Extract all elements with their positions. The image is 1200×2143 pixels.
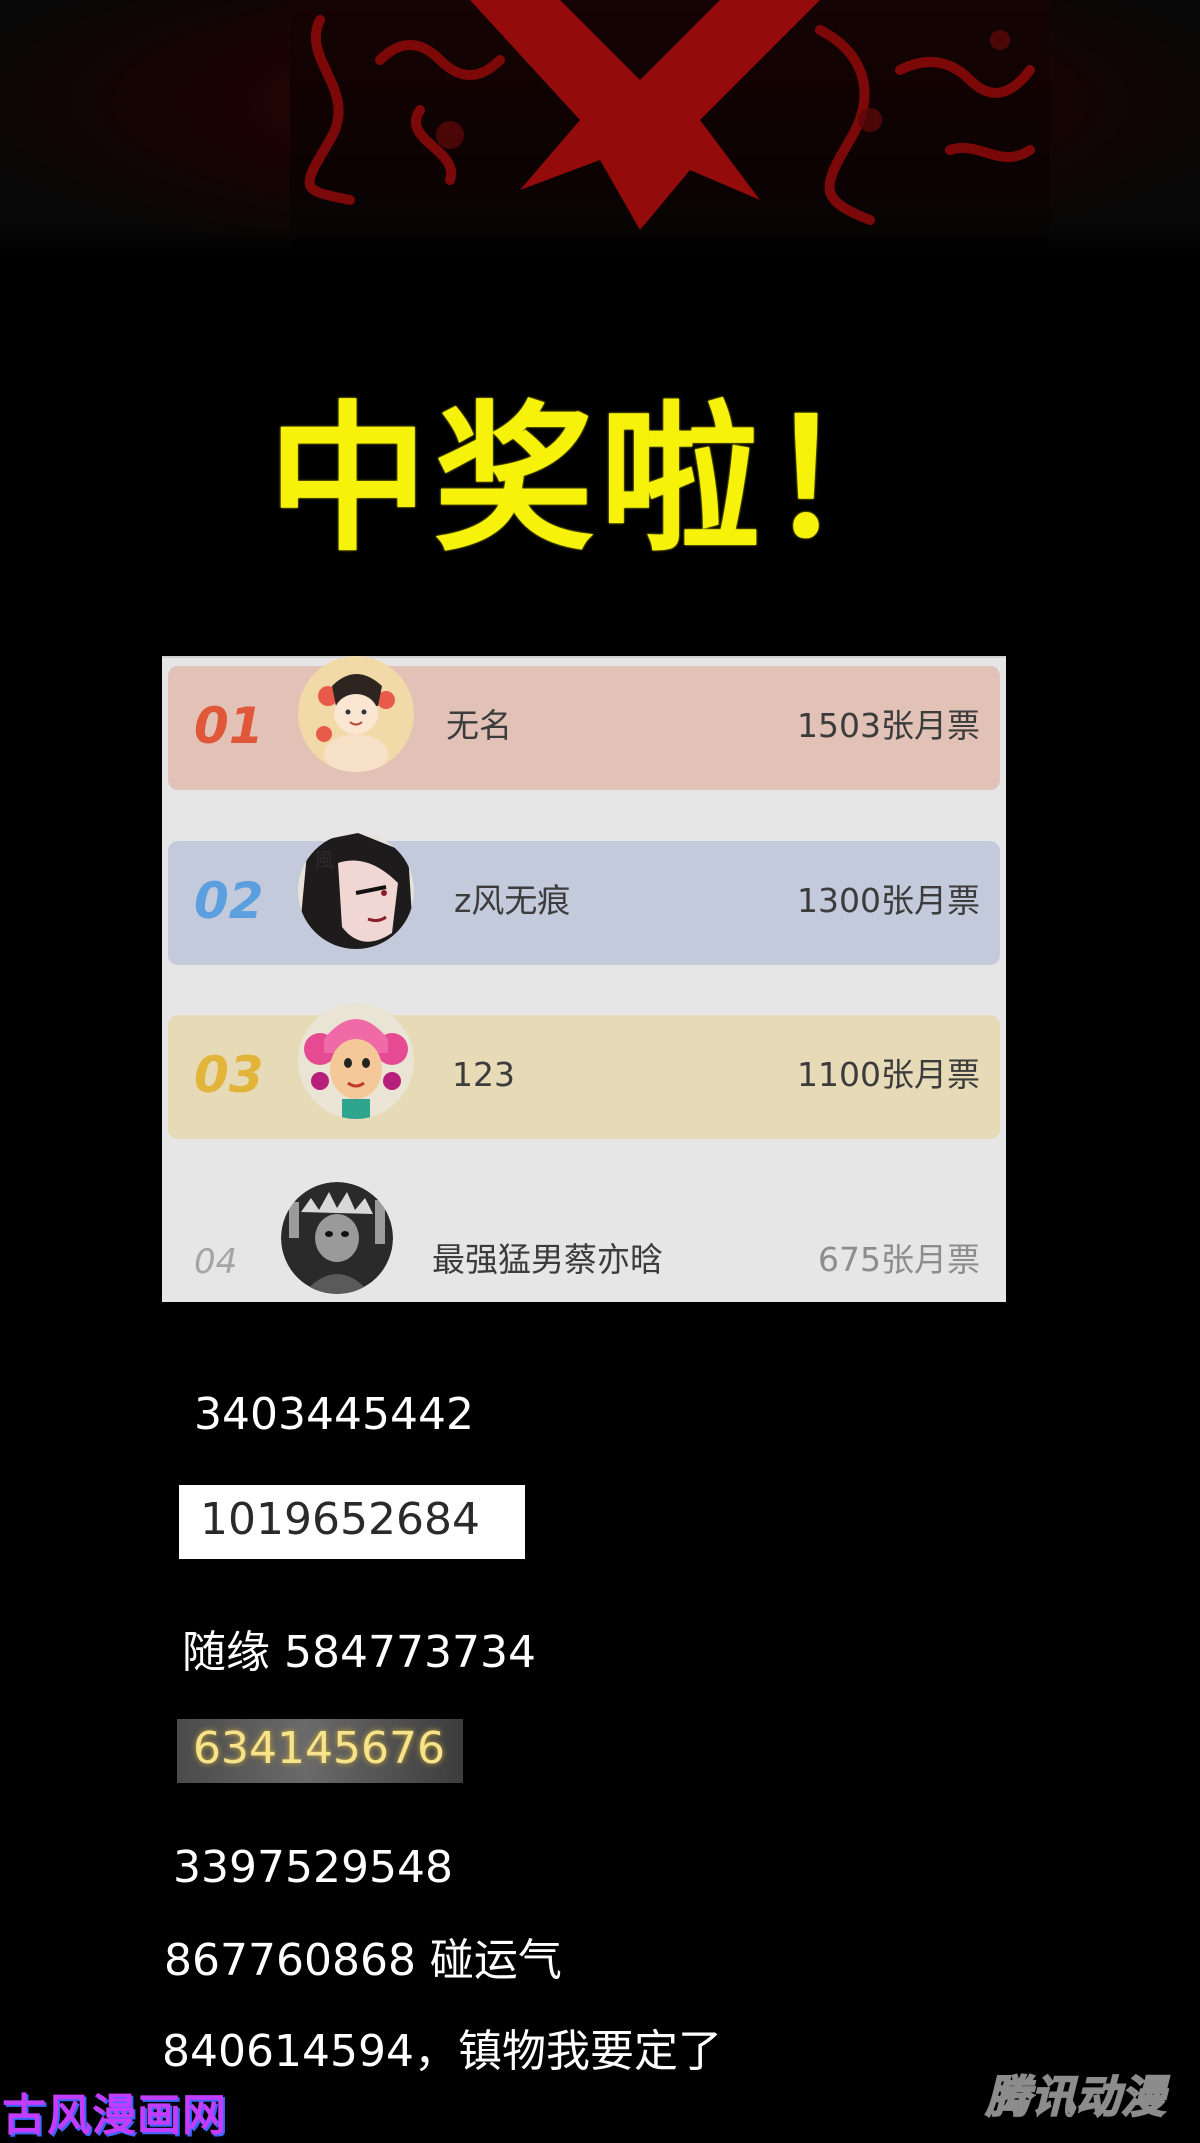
ranking-row-3: 03 123 1100张月票	[168, 1003, 1000, 1139]
ranking-row-1: 01 无名 1503张月票	[168, 656, 1000, 790]
cartoon-girl-avatar-icon	[298, 1003, 414, 1119]
ranking-votes: 675张月票	[818, 1240, 980, 1279]
winner-entry-3: 随缘 584773734	[182, 1627, 536, 1678]
banner-calligraphy	[304, 0, 1035, 230]
girl-avatar-icon	[298, 656, 414, 772]
winner-entry-6: 867760868 碰运气	[164, 1935, 562, 1986]
ranking-votes: 1503张月票	[797, 706, 980, 745]
winner-entry-4: 634145676	[177, 1719, 463, 1783]
svg-text:風: 風	[314, 848, 334, 872]
banner-fade	[0, 225, 1200, 255]
ranking-panel: 01 无名 1503张月票 02 風 z风无痕 1300张月票 03 123 1…	[162, 656, 1006, 1302]
winner-entry-2-text: 1019652684	[200, 1494, 480, 1545]
ranking-row-2: 02 風 z风无痕 1300张月票	[168, 833, 1000, 965]
winner-entry-2: 1019652684	[179, 1485, 525, 1559]
rank-number: 02	[194, 872, 264, 930]
ranking-name: 123	[452, 1055, 515, 1094]
ranking-name: z风无痕	[454, 881, 571, 920]
ranking-name: 无名	[446, 706, 512, 745]
ranking-votes: 1100张月票	[797, 1055, 980, 1094]
watermark-left: 古风漫画网	[2, 2090, 227, 2141]
ranking-name: 最强猛男蔡亦晗	[432, 1240, 663, 1279]
warrior-avatar-icon: 風	[298, 833, 414, 949]
winner-entry-7: 840614594，镇物我要定了	[162, 2026, 722, 2077]
rank-number: 01	[194, 697, 264, 755]
monochrome-avatar-icon	[281, 1182, 393, 1294]
watermark-right: 腾讯动漫	[985, 2071, 1166, 2124]
rank-number: 03	[194, 1046, 264, 1104]
ranking-row-4: 04 最强猛男蔡亦晗 675张月票	[168, 1178, 1000, 1302]
top-banner-artwork	[0, 0, 1200, 255]
ranking-votes: 1300张月票	[797, 881, 980, 920]
headline: 中奖啦！	[267, 386, 932, 573]
winner-entry-1: 3403445442	[194, 1389, 474, 1440]
rank-number: 04	[194, 1242, 238, 1282]
winner-entry-4-text: 634145676	[193, 1723, 445, 1774]
winner-entry-5: 3397529548	[173, 1842, 453, 1893]
